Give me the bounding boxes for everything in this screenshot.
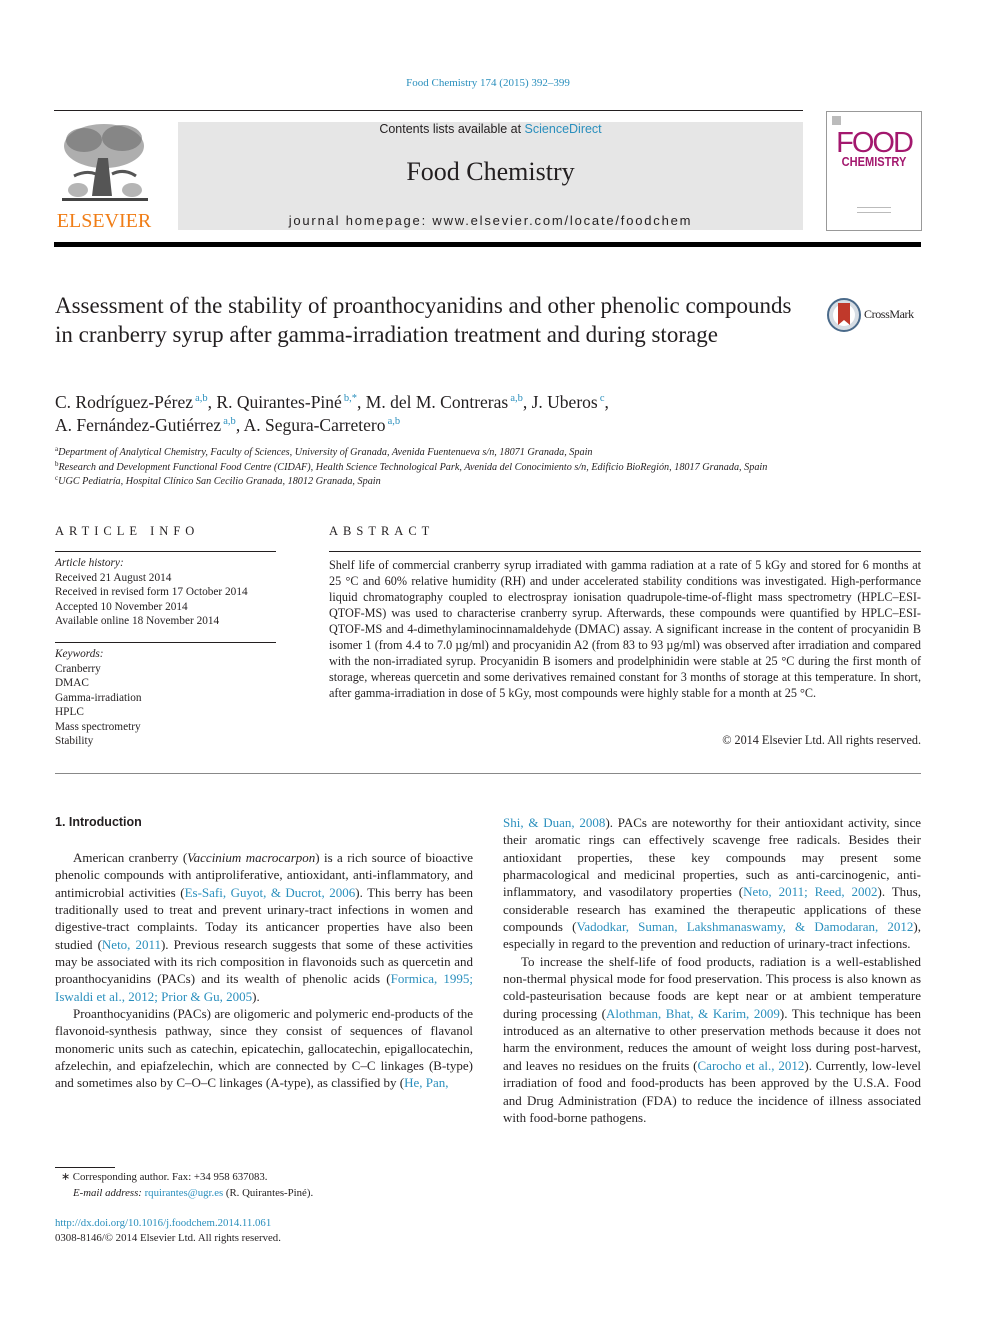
body-column-right: Shi, & Duan, 2008). PACs are noteworthy … [503,814,921,1126]
keyword-item: Cranberry [55,662,101,675]
author-list: C. Rodríguez-Pérez a,b, R. Quirantes-Pin… [55,391,855,437]
affiliation: cUGC Pediatría, Hospital Clínico San Cec… [55,475,935,490]
keywords: Keywords: Cranberry DMAC Gamma-irradiati… [55,647,285,749]
citation-link[interactable]: Neto, 2011; Reed, 2002 [743,884,877,899]
body-paragraph: American cranberry (Vaccinium macrocarpo… [55,849,473,1005]
cover-title-chemistry: CHEMISTRY [841,154,907,169]
contents-prefix: Contents lists available at [379,122,525,136]
keyword-item: Stability [55,735,94,747]
email-label: E-mail address: [73,1186,145,1199]
section-divider [55,773,921,774]
history-item: Accepted 10 November 2014 [55,600,188,613]
journal-cover-thumbnail[interactable]: FOOD CHEMISTRY [826,111,922,231]
author-affiliation-mark[interactable]: a,b [193,393,208,404]
article-info-heading: ARTICLE INFO [55,524,200,538]
body-paragraph: To increase the shelf-life of food produ… [503,953,921,1126]
citation-link[interactable]: Carocho et al., 2012 [698,1058,805,1073]
author-name[interactable]: C. Rodríguez-Pérez [55,392,193,412]
affiliation-list: aDepartment of Analytical Chemistry, Fac… [55,446,935,490]
history-label: Article history: [55,557,124,569]
sciencedirect-link[interactable]: ScienceDirect [525,122,602,136]
affiliation-text: UGC Pediatría, Hospital Clínico San Ceci… [58,476,381,487]
cover-footer-text [857,207,891,213]
contents-available-line: Contents lists available at ScienceDirec… [178,122,803,136]
history-item: Available online 18 November 2014 [55,615,220,627]
footnotes: ∗ Corresponding author. Fax: +34 958 637… [55,1170,475,1201]
header-thick-rule [54,242,921,247]
email-link[interactable]: rquirantes@ugr.es [145,1187,224,1199]
corresponding-author-note: ∗ Corresponding author. Fax: +34 958 637… [61,1171,268,1183]
citation-link[interactable]: Es-Safi, Guyot, & Ducrot, 2006 [185,885,356,900]
citation-link[interactable]: He, Pan, [404,1075,448,1090]
citation-link[interactable]: Alothman, Bhat, & Karim, 2009 [606,1006,780,1021]
crossmark-label: CrossMark [864,307,914,321]
doi-block: http://dx.doi.org/10.1016/j.foodchem.201… [55,1216,475,1246]
keywords-rule [55,642,276,643]
email-note: E-mail address: rquirantes@ugr.es (R. Qu… [55,1186,475,1202]
body-paragraph: Proanthocyanidins (PACs) are oligomeric … [55,1005,473,1092]
abstract-text: Shelf life of commercial cranberry syrup… [329,558,921,700]
crossmark-button[interactable]: CrossMark [827,297,927,333]
keywords-label: Keywords: [55,648,104,660]
abstract-copyright: © 2014 Elsevier Ltd. All rights reserved… [722,733,921,747]
body-text: ). [252,988,260,1004]
author-name[interactable]: A. Segura-Carretero [244,415,386,435]
author-affiliation-mark[interactable]: a,b [508,393,523,404]
header-rule [54,110,803,111]
keyword-item: HPLC [55,706,84,718]
crossmark-icon [827,298,861,332]
keyword-item: Gamma-irradiation [55,691,142,704]
elsevier-wordmark: ELSEVIER [56,210,152,232]
abstract-heading: ABSTRACT [329,524,435,538]
issn-line: 0308-8146/© 2014 Elsevier Ltd. All right… [55,1232,281,1244]
author-name[interactable]: A. Fernández-Gutiérrez [55,415,221,435]
body-text: American cranberry ( [73,850,188,865]
affiliation-text: Department of Analytical Chemistry, Facu… [58,447,593,458]
affiliation: aDepartment of Analytical Chemistry, Fac… [55,446,935,461]
journal-reference-link[interactable]: Food Chemistry 174 (2015) 392–399 [0,77,976,89]
affiliation: bResearch and Development Functional Foo… [55,460,935,476]
author-separator: , [357,392,366,412]
email-suffix: (R. Quirantes-Piné). [223,1186,314,1199]
section-heading-introduction: 1. Introduction [55,815,142,829]
elsevier-logo[interactable]: ELSEVIER [54,118,154,233]
author-affiliation-mark[interactable]: a,b [386,416,401,427]
history-item: Received 21 August 2014 [55,571,172,584]
body-paragraph: Shi, & Duan, 2008). PACs are noteworthy … [503,814,921,953]
author-separator: , [604,392,609,412]
author-affiliation-mark[interactable]: b,* [342,393,357,404]
journal-title: Food Chemistry [406,157,575,186]
citation-link[interactable]: Shi, & Duan, 2008 [503,815,605,830]
citation-link[interactable]: Vadodkar, Suman, Lakshmanaswamy, & Damod… [576,919,913,934]
keyword-item: DMAC [55,677,89,689]
doi-link[interactable]: http://dx.doi.org/10.1016/j.foodchem.201… [55,1216,475,1231]
author-separator: , [235,415,244,435]
affiliation-text: Research and Development Functional Food… [58,461,768,473]
keyword-item: Mass spectrometry [55,720,141,733]
cover-logo-icon [832,116,841,125]
author-name[interactable]: J. Uberos [532,392,598,412]
elsevier-tree-icon [54,118,154,208]
author-name[interactable]: R. Quirantes-Piné [216,392,341,412]
history-item: Received in revised form 17 October 2014 [55,586,248,598]
article-history: Article history: Received 21 August 2014… [55,556,285,629]
journal-banner: Contents lists available at ScienceDirec… [178,122,803,230]
article-title: Assessment of the stability of proanthoc… [55,293,792,347]
citation-link[interactable]: Neto, 2011 [102,937,161,952]
footnote-rule [55,1167,115,1168]
author-separator: , [522,392,532,412]
article-info-rule [55,551,276,552]
body-column-left: American cranberry (Vaccinium macrocarpo… [55,849,473,1092]
journal-homepage[interactable]: journal homepage: www.elsevier.com/locat… [178,213,803,228]
author-affiliation-mark[interactable]: a,b [221,416,236,427]
species-name: Vaccinium macrocarpon [187,850,316,865]
abstract-rule [329,551,921,552]
author-name[interactable]: M. del M. Contreras [366,392,508,412]
